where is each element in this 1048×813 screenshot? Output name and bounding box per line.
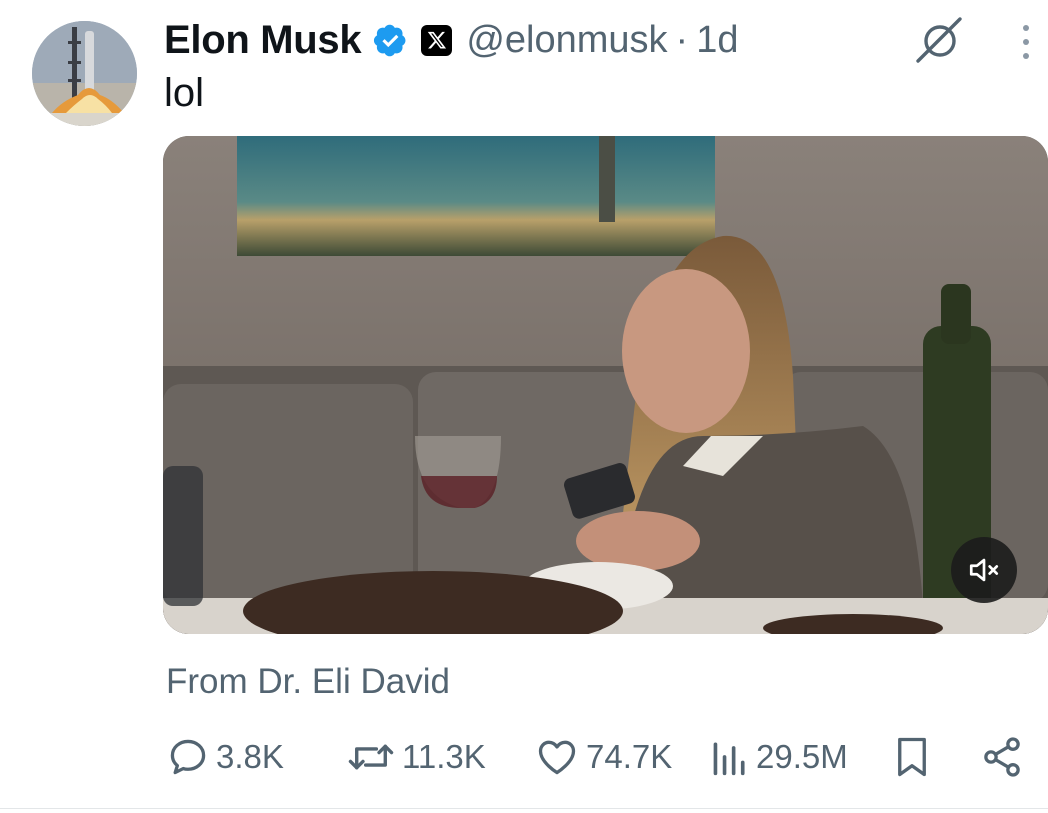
rocket-launch-image [32,21,137,126]
tweet-header: Elon Musk @elonmusk · 1d [164,14,738,66]
volume-muted-icon [969,558,999,582]
like-button[interactable]: 74.7K [534,729,672,785]
views-count: 29.5M [756,738,848,775]
repost-count: 11.3K [402,738,486,775]
verified-badge-icon [374,24,406,56]
more-options-icon[interactable] [1014,22,1038,62]
views-button[interactable]: 29.5M [710,729,848,785]
header-separator: · [675,18,689,61]
tweet-divider [0,808,1048,809]
repost-icon [348,744,394,770]
views-chart-icon [713,742,745,776]
bookmark-icon [898,737,926,777]
tweet-timestamp[interactable]: 1d [696,19,738,62]
repost-button[interactable]: 11.3K [346,729,486,785]
tweet-actions-bar: 3.8K 11.3K 74.7K 29.5M [0,729,1048,785]
mute-toggle-button[interactable] [951,537,1017,603]
heart-icon [538,740,576,775]
share-icon [984,737,1020,777]
bookmark-button[interactable] [891,729,933,785]
share-button[interactable] [980,729,1024,785]
tweet-video[interactable] [163,136,1048,634]
video-frame [163,136,1048,634]
author-handle[interactable]: @elonmusk [466,19,667,62]
author-avatar[interactable] [32,21,137,126]
x-affiliation-badge-icon[interactable] [421,24,453,56]
grok-icon[interactable] [914,14,966,66]
tweet-text: lol [164,71,205,115]
reply-icon [170,739,206,775]
reply-count: 3.8K [216,738,284,775]
like-count: 74.7K [586,738,673,775]
source-attribution[interactable]: From Dr. Eli David [166,662,450,702]
author-name[interactable]: Elon Musk [164,18,362,63]
reply-button[interactable]: 3.8K [166,729,284,785]
